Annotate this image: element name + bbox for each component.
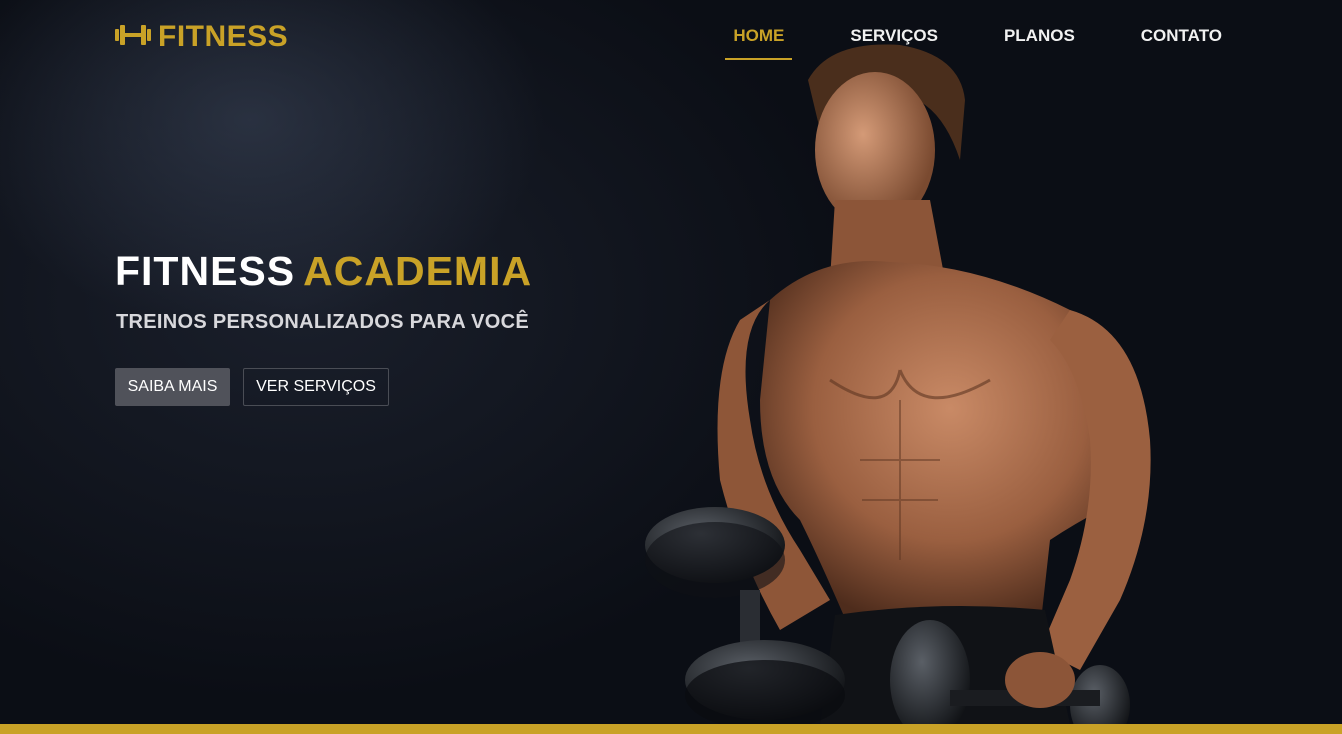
accent-bar: [0, 724, 1342, 734]
hero-section: FITNESS HOME SERVIÇOS PLANOS CONTATO FIT…: [0, 0, 1342, 724]
brand-logo[interactable]: FITNESS: [114, 20, 288, 54]
hero-title: FITNESS ACADEMIA: [115, 248, 532, 295]
hero-title-part1: FITNESS: [115, 248, 296, 294]
athlete-image: [645, 44, 1151, 724]
hero-title-part2: ACADEMIA: [303, 248, 533, 294]
saiba-mais-button[interactable]: SAIBA MAIS: [115, 368, 230, 406]
ver-servicos-button[interactable]: VER SERVIÇOS: [243, 368, 389, 406]
brand-name: FITNESS: [158, 20, 289, 53]
hero-subtitle: TREINOS PERSONALIZADOS PARA VOCÊ: [116, 311, 529, 333]
dumbbell-icon: [114, 22, 152, 53]
